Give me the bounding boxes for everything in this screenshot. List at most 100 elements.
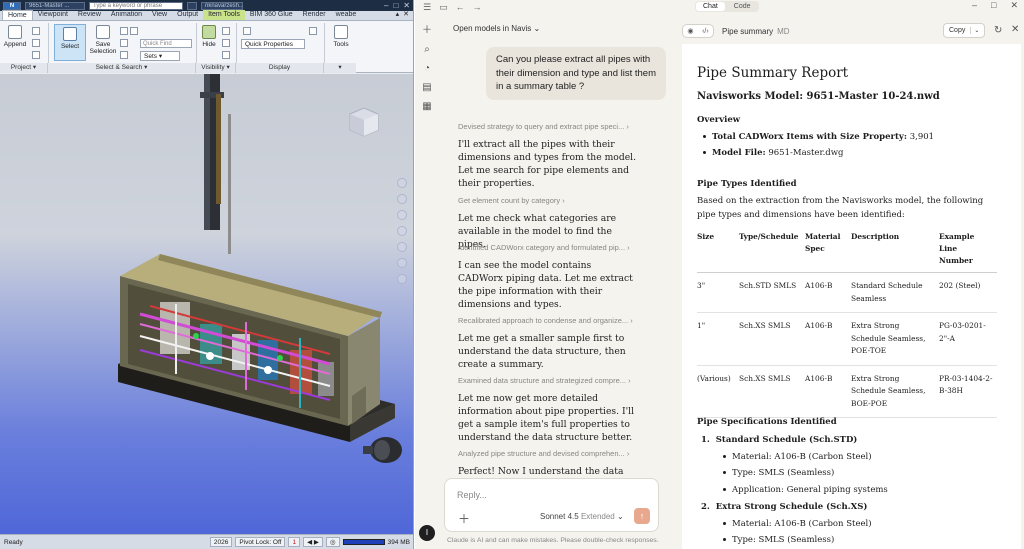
tools-icon (334, 25, 348, 39)
sheet-nav-icon[interactable]: ◀ ▶ (303, 537, 323, 547)
viewcube-icon[interactable] (346, 104, 382, 140)
ribbon-tab-view[interactable]: View (147, 10, 172, 20)
thinking-step[interactable]: Examined data structure and strategized … (458, 376, 631, 385)
save-selection-button[interactable]: Save Selection (88, 25, 118, 55)
thinking-step[interactable]: Analyzed pipe structure and devised comp… (458, 449, 629, 458)
menu-icon[interactable]: ☰ (423, 2, 431, 13)
code-brackets-icon[interactable]: ‹/› (702, 28, 709, 35)
reset-all-icon[interactable] (32, 39, 40, 47)
select-button[interactable]: Select (54, 24, 86, 61)
ribbon-close-icon[interactable]: ✕ (403, 10, 409, 20)
sidebar-toggle-icon[interactable]: ▭ (439, 2, 448, 13)
require-icon[interactable] (222, 27, 230, 35)
keyword-search-input[interactable]: Type a keyword or phrase (89, 1, 183, 10)
refresh-icon[interactable]: ↻ (994, 25, 1002, 36)
preview-code-toggle[interactable]: ◉ ‹/› (682, 24, 714, 38)
eye-icon[interactable]: ◉ (687, 27, 693, 35)
forward-arrow-icon[interactable]: → (473, 2, 482, 12)
maximize-icon[interactable]: □ (991, 0, 996, 11)
thinking-step[interactable]: Recalibrated approach to condense and or… (458, 316, 633, 325)
look-icon[interactable] (397, 242, 407, 252)
group-project[interactable]: Project ▾ (0, 63, 48, 73)
maximize-icon[interactable]: □ (393, 1, 398, 10)
file-options-icon[interactable] (32, 51, 40, 59)
section-icon[interactable] (397, 274, 407, 284)
3d-viewport[interactable] (0, 74, 413, 534)
walk-icon[interactable] (397, 258, 407, 268)
links-icon[interactable] (243, 27, 251, 35)
sets-dropdown[interactable]: Sets ▾ (140, 51, 180, 61)
table-row: (Various) Sch.XS SMLS A106-B Extra Stron… (697, 365, 997, 418)
tools-button[interactable]: Tools (330, 25, 352, 48)
group-visibility[interactable]: Visibility ▾ (196, 63, 236, 73)
assistant-paragraph: I can see the model contains CADWorx pip… (458, 260, 633, 310)
close-icon[interactable]: ✕ (403, 1, 410, 10)
avatar[interactable]: I (419, 525, 435, 541)
ribbon-tab-item-tools[interactable]: Item Tools (203, 10, 245, 20)
ribbon-tab-weabe[interactable]: weabe (331, 10, 362, 20)
hide-button[interactable]: Hide (200, 25, 218, 48)
ribbon-tab-animation[interactable]: Animation (106, 10, 147, 20)
find-items-icon[interactable] (130, 27, 138, 35)
ribbon-tab-render[interactable]: Render (298, 10, 331, 20)
ribbon-tab-home[interactable]: Home (2, 10, 33, 20)
assistant-paragraph: Let me get a smaller sample first to und… (458, 333, 626, 370)
list-item: Material: A106-B (Carbon Steel) (723, 519, 872, 529)
zoom-icon[interactable] (397, 210, 407, 220)
ribbon-tab-viewpoint[interactable]: Viewpoint (33, 10, 73, 20)
properties-icon[interactable] (309, 27, 317, 35)
performance-icon: ◎ (325, 537, 340, 547)
minimize-icon[interactable]: – (384, 1, 388, 10)
hide-unselected-icon[interactable] (222, 39, 230, 47)
ribbon-tab-review[interactable]: Review (73, 10, 106, 20)
app-logo-icon[interactable]: N (3, 1, 21, 10)
refresh-icon[interactable] (32, 27, 40, 35)
tab-chat[interactable]: Chat (696, 2, 725, 11)
append-button[interactable]: Append (4, 25, 26, 48)
thinking-step[interactable]: Identified CADWorx category and formulat… (458, 243, 630, 252)
copy-button[interactable]: Copy ⌄ (943, 23, 985, 38)
search-icon[interactable] (187, 1, 197, 10)
group-tools[interactable]: ▾ (324, 63, 356, 73)
user-account-box[interactable]: nknavarzesh... (201, 1, 243, 10)
close-artifact-icon[interactable]: ✕ (1011, 24, 1019, 35)
pan-icon[interactable] (397, 194, 407, 204)
attach-plus-icon[interactable]: ＋ (458, 510, 470, 527)
close-icon[interactable]: ✕ (1010, 0, 1018, 11)
model-selector[interactable]: Sonnet 4.5 Extended ⌄ (540, 512, 624, 521)
memory-usage: 394 MB (387, 538, 410, 546)
tab-code[interactable]: Code (727, 2, 758, 11)
reply-input[interactable]: Reply... (457, 490, 487, 500)
ribbon-collapse-icon[interactable]: ▴ (396, 10, 400, 20)
quick-properties-dropdown[interactable]: Quick Properties (241, 39, 305, 49)
thinking-step[interactable]: Devised strategy to query and extract pi… (458, 122, 629, 131)
numbered-item: 1. Standard Schedule (Sch.STD) (701, 435, 858, 445)
pivot-lock-status[interactable]: Pivot Lock: Off (235, 537, 286, 547)
table-cell: PG-03-0201-2"-A (939, 312, 997, 366)
ribbon-tab-bim360-glue[interactable]: BIM 360 Glue (245, 10, 298, 20)
sheet-count[interactable]: 1 (288, 537, 301, 547)
conversation-title[interactable]: Open models in Navis ⌄ (453, 24, 540, 33)
ribbon-tab-output[interactable]: Output (172, 10, 203, 20)
select-same-icon[interactable] (120, 39, 128, 47)
back-arrow-icon[interactable]: ← (456, 2, 465, 12)
selection-tree-icon[interactable] (120, 51, 128, 59)
quick-find-input[interactable]: Quick Find (140, 39, 192, 48)
send-arrow-icon[interactable]: ↑ (634, 508, 650, 524)
search-icon[interactable]: ⌕ (424, 45, 430, 55)
minimize-icon[interactable]: – (972, 0, 977, 11)
group-select-search[interactable]: Select & Search ▾ (48, 63, 196, 73)
projects-icon[interactable]: ▤ (422, 83, 431, 93)
reply-composer[interactable]: Reply... ＋ Sonnet 4.5 Extended ⌄ ↑ (444, 478, 659, 532)
steering-wheel-icon[interactable] (397, 178, 407, 188)
table-cell: Extra Strong Schedule Seamless, POE-TOE (851, 312, 939, 366)
chats-icon[interactable]: ◔ (424, 64, 430, 74)
orbit-icon[interactable] (397, 226, 407, 236)
new-chat-icon[interactable]: ＋ (422, 26, 432, 36)
table-header: Example Line Number (939, 226, 997, 273)
select-all-icon[interactable] (120, 27, 128, 35)
artifacts-icon[interactable]: ▦ (422, 102, 431, 112)
chevron-down-icon[interactable]: ⌄ (970, 27, 982, 34)
unhide-all-icon[interactable] (222, 51, 230, 59)
tool-call-step[interactable]: Get element count by category › (458, 196, 565, 205)
